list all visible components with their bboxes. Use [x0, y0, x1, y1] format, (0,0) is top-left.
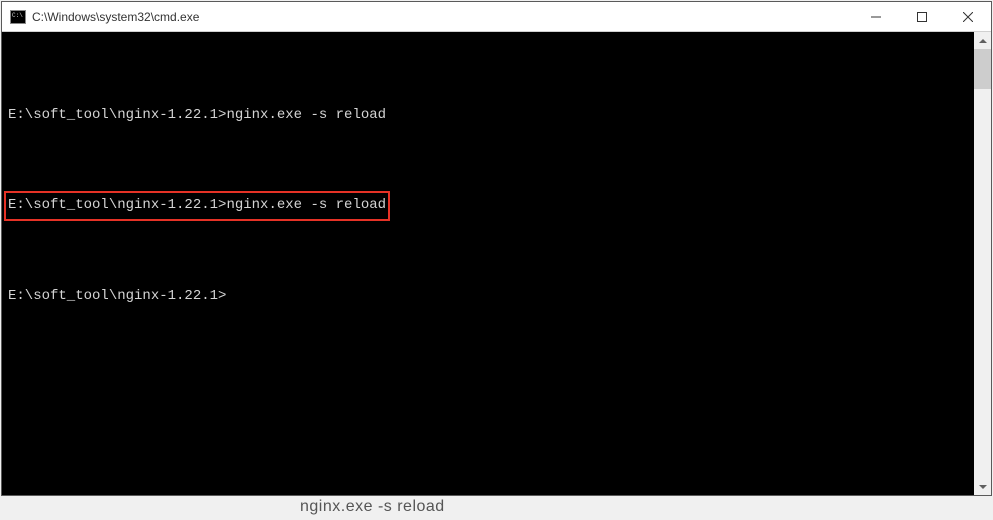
prompt: E:\soft_tool\nginx-1.22.1>: [8, 107, 226, 123]
window-controls: [853, 2, 991, 31]
cmd-icon: [10, 10, 26, 24]
scroll-up-button[interactable]: [974, 32, 991, 49]
maximize-icon: [917, 12, 927, 22]
window-title: C:\Windows\system32\cmd.exe: [32, 10, 853, 24]
scroll-track[interactable]: [974, 49, 991, 478]
scroll-thumb[interactable]: [974, 49, 991, 89]
terminal-wrapper: E:\soft_tool\nginx-1.22.1>nginx.exe -s r…: [2, 32, 991, 495]
terminal-area[interactable]: E:\soft_tool\nginx-1.22.1>nginx.exe -s r…: [2, 32, 974, 495]
scroll-down-button[interactable]: [974, 478, 991, 495]
maximize-button[interactable]: [899, 2, 945, 31]
minimize-button[interactable]: [853, 2, 899, 31]
chevron-up-icon: [979, 39, 987, 43]
close-button[interactable]: [945, 2, 991, 31]
vertical-scrollbar[interactable]: [974, 32, 991, 495]
terminal-line: E:\soft_tool\nginx-1.22.1>: [8, 281, 968, 311]
cmd-window: C:\Windows\system32\cmd.exe E:\soft_tool…: [1, 1, 992, 496]
terminal-line: E:\soft_tool\nginx-1.22.1>nginx.exe -s r…: [8, 100, 968, 130]
titlebar[interactable]: C:\Windows\system32\cmd.exe: [2, 2, 991, 32]
chevron-down-icon: [979, 485, 987, 489]
terminal-line: E:\soft_tool\nginx-1.22.1>nginx.exe -s r…: [8, 190, 968, 220]
command: nginx.exe -s reload: [226, 107, 386, 123]
close-icon: [963, 12, 973, 22]
highlight-annotation: E:\soft_tool\nginx-1.22.1>nginx.exe -s r…: [4, 191, 390, 220]
prompt: E:\soft_tool\nginx-1.22.1>: [8, 197, 226, 213]
prompt: E:\soft_tool\nginx-1.22.1>: [8, 288, 226, 304]
command: nginx.exe -s reload: [226, 197, 386, 213]
background-text: nginx.exe -s reload: [300, 498, 445, 516]
minimize-icon: [871, 12, 881, 22]
